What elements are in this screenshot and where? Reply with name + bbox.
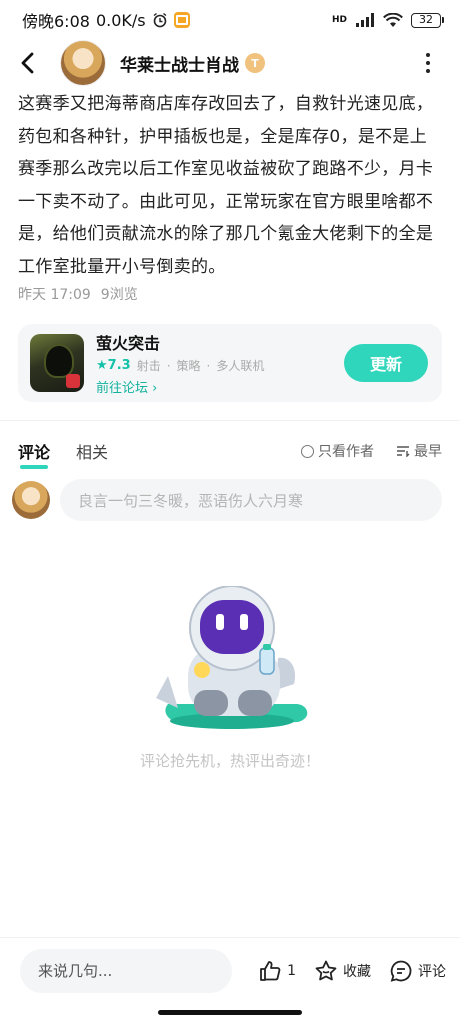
post-content: 这赛季又把海蒂商店库存改回去了，自救针光速见底，药包和各种针，护甲插板也是，全是… [18,94,434,277]
verified-badge-icon: T [245,53,265,73]
forum-link[interactable]: 前往论坛 › [96,377,264,396]
battery-icon: 32 [411,12,444,28]
reply-input[interactable]: 来说几句... [20,948,232,993]
network-label: HD [331,15,347,25]
back-arrow-icon [21,52,34,74]
sort-label: 最早 [414,444,442,460]
empty-state-text: 评论抢先机，热评出奇迹！ [139,752,320,770]
status-bar: 傍晚6:08 0.0K/s HD 32 [0,0,460,40]
sort-button[interactable]: 最早 [396,441,442,461]
section-divider [0,420,460,421]
status-speed: 0.0K/s [95,10,146,30]
post-views: 9浏览 [100,287,138,303]
game-tag: 射击 [136,359,161,373]
more-options-button[interactable] [416,46,440,80]
post-header: 华莱士战士肖战 T [0,40,460,86]
like-button[interactable]: 1 [258,959,296,983]
home-indicator [158,1010,302,1015]
like-count: 1 [287,962,296,979]
app-notification-icon [173,12,190,28]
sort-icon [397,446,410,457]
author-only-toggle[interactable]: 只看作者 [301,441,374,461]
game-card[interactable]: 萤火突击 ★7.3 射击 · 策略 · 多人联机 前往论坛 › 更新 [18,324,442,402]
star-icon [315,960,337,980]
status-time: 傍晚6:08 [22,12,90,31]
comment-input[interactable]: 良言一句三冬暖，恶语伤人六月寒 [60,479,442,521]
post-meta: 昨天 17:09 9浏览 [18,284,138,304]
comment-icon [390,960,412,982]
comment-button[interactable]: 评论 [389,959,446,983]
tab-related[interactable]: 相关 [76,439,108,463]
empty-state-illustration [156,586,308,729]
tab-comments[interactable]: 评论 [18,439,50,469]
favorite-button[interactable]: 收藏 [314,959,371,983]
thumbs-up-icon [260,960,281,981]
comment-compose: 良言一句三冬暖，恶语伤人六月寒 [12,478,442,522]
back-button[interactable] [20,46,54,80]
signal-icon [356,13,374,27]
game-tag: 多人联机 [216,359,265,373]
post-time: 昨天 17:09 [18,287,91,303]
battery-level: 32 [411,12,441,28]
comment-label: 评论 [418,963,446,980]
author-avatar[interactable] [60,40,106,86]
author-only-label: 只看作者 [318,444,374,460]
bottom-action-bar: 来说几句... 1 收藏 评论 [0,937,460,1003]
comment-tabs: 评论 相关 只看作者 最早 [18,436,442,469]
game-tag: 策略 [176,359,201,373]
user-avatar [12,481,50,519]
game-icon [30,334,84,392]
game-rating: ★7.3 [96,358,131,373]
radio-icon [301,444,314,458]
alarm-icon [153,12,167,28]
author-name[interactable]: 华莱士战士肖战 [120,51,239,76]
wifi-icon [383,12,403,27]
update-button[interactable]: 更新 [344,344,428,382]
game-name: 萤火突击 [96,334,161,353]
favorite-label: 收藏 [343,963,371,980]
